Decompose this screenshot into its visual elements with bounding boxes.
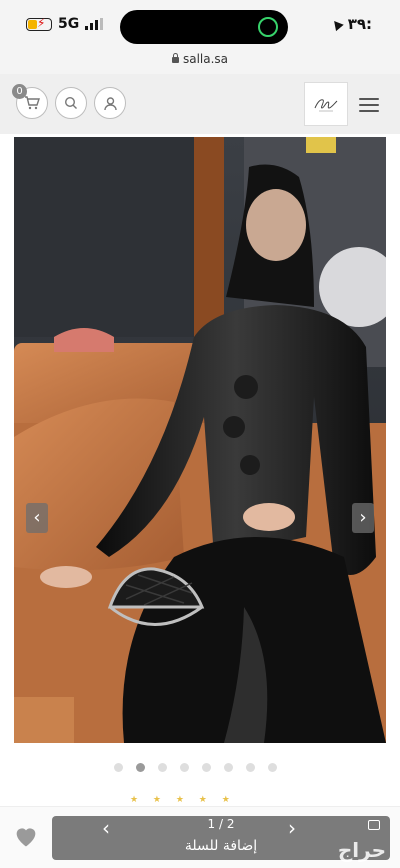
url-bar[interactable]: salla.sa [0, 52, 400, 74]
slider-dot[interactable] [114, 763, 123, 772]
watermark-logo: حراج [337, 838, 386, 862]
image-counter: 1 / 2 [207, 817, 235, 831]
cart-count-badge: 0 [12, 84, 27, 99]
account-button[interactable] [94, 87, 126, 119]
slider-dot[interactable] [202, 763, 211, 772]
status-bar: ⚡ 5G ٣٩: [0, 0, 400, 52]
product-image[interactable]: ‹ › [14, 137, 386, 743]
slider-dot[interactable] [268, 763, 277, 772]
slider-next-button[interactable]: › [352, 503, 374, 533]
signature-logo [314, 99, 338, 112]
cart-icon [25, 96, 40, 110]
slider-dot[interactable] [224, 763, 233, 772]
signal-icon [85, 18, 104, 30]
battery-icon: ⚡ [26, 16, 52, 31]
clock: ٣٩: [347, 15, 372, 33]
slider-dot[interactable] [246, 763, 255, 772]
slider-prev-button[interactable]: ‹ [26, 503, 48, 533]
rating-stars: ★ ★ ★ ★ ★ [130, 795, 236, 805]
slider-dot[interactable] [180, 763, 189, 772]
dynamic-island [120, 10, 288, 44]
search-button[interactable] [55, 87, 87, 119]
slider-dot[interactable] [136, 763, 145, 772]
slider-dot[interactable] [158, 763, 167, 772]
link-icon [258, 17, 278, 37]
slider-pagination [114, 763, 277, 772]
status-left: ⚡ 5G [26, 16, 104, 32]
share-icon[interactable] [368, 820, 380, 830]
menu-button[interactable] [359, 98, 379, 116]
product-photo [14, 137, 386, 743]
wishlist-heart-icon[interactable] [12, 822, 40, 850]
url-domain: salla.sa [182, 52, 229, 66]
user-icon [103, 96, 117, 110]
network-label: 5G [58, 16, 80, 32]
store-header: 0 [0, 74, 400, 134]
status-right: ٣٩: [329, 15, 372, 33]
search-icon [64, 96, 77, 109]
lock-icon [171, 53, 179, 63]
store-logo[interactable] [304, 82, 348, 126]
location-arrow-icon [329, 17, 344, 31]
